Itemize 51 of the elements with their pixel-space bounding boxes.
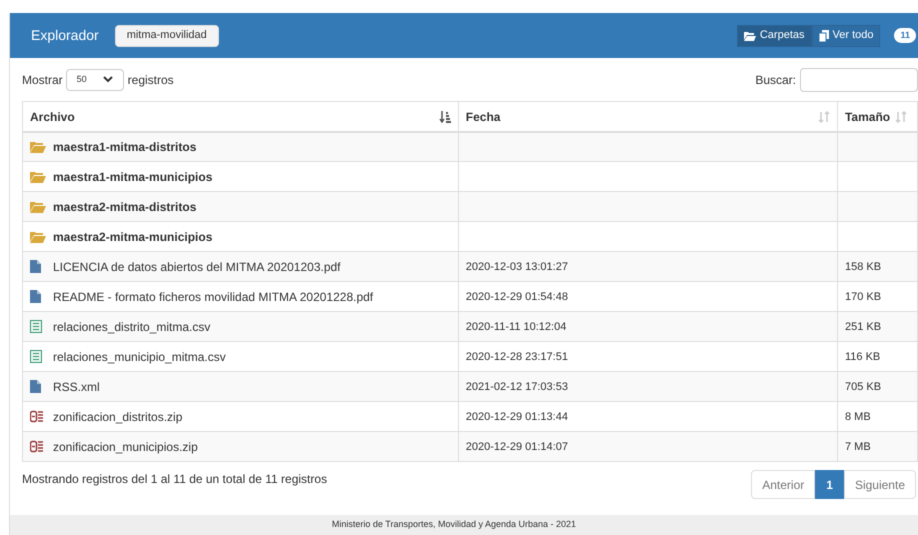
file-link[interactable]: zonificacion_distritos.zip <box>53 408 182 426</box>
date-cell: 2020-12-28 23:17:51 <box>466 350 568 363</box>
size-cell: 251 KB <box>844 320 882 333</box>
view-toggle[interactable]: Ver todo <box>812 24 880 47</box>
page-size-select[interactable]: 50 <box>66 68 124 91</box>
copy-icon <box>818 30 828 42</box>
search-label: Buscar: <box>755 72 796 89</box>
archive-icon <box>30 410 44 424</box>
folder-icon <box>30 200 46 213</box>
previous-button[interactable]: Anterior <box>751 470 816 500</box>
count-badge: 11 <box>894 28 916 44</box>
chevron-down-icon <box>102 76 113 84</box>
records-label: registros <box>128 72 174 89</box>
bucket-button[interactable]: mitma-movilidad <box>114 24 219 47</box>
page-button[interactable]: 1 <box>815 470 844 500</box>
size-cell: 158 KB <box>844 260 882 273</box>
sort-icon[interactable] <box>438 110 451 123</box>
file-link[interactable]: RSS.xml <box>53 378 100 396</box>
date-cell: 2020-12-03 13:01:27 <box>466 260 568 273</box>
page-size-value: 50 <box>76 72 87 86</box>
spreadsheet-icon <box>30 320 42 334</box>
footer-text: Ministerio de Transportes, Movilidad y Agenda Urbana - 2021 <box>332 518 576 532</box>
folder-icon <box>30 141 46 154</box>
app-title: Explorador <box>31 26 99 46</box>
size-cell: 170 KB <box>844 290 882 303</box>
column-header[interactable]: Archivo <box>30 108 75 126</box>
spreadsheet-icon <box>30 350 42 364</box>
date-cell: 2020-11-11 10:12:04 <box>466 320 566 333</box>
search-field[interactable] <box>800 68 918 92</box>
date-cell: 2020-12-29 01:14:07 <box>466 440 568 453</box>
file-icon <box>30 260 41 274</box>
date-cell: 2020-12-29 01:13:44 <box>466 410 568 423</box>
view-toggle[interactable]: Carpetas <box>736 24 812 47</box>
file-icon <box>30 290 41 304</box>
folder-link[interactable]: maestra2-mitma-distritos <box>53 198 196 216</box>
size-cell: 7 MB <box>844 440 871 453</box>
folder-icon <box>744 30 756 41</box>
next-button[interactable]: Siguiente <box>844 470 916 500</box>
folder-link[interactable]: maestra1-mitma-distritos <box>53 138 196 156</box>
records-info: Mostrando registros del 1 al 11 de un total de 11 registros <box>22 471 328 488</box>
folder-icon <box>30 170 46 183</box>
size-cell: 705 KB <box>844 380 882 393</box>
size-cell: 8 MB <box>844 410 871 423</box>
date-cell: 2020-12-29 01:54:48 <box>466 290 568 303</box>
show-label: Mostrar <box>22 72 63 89</box>
size-cell: 116 KB <box>844 350 880 363</box>
column-header[interactable]: Fecha <box>466 108 500 126</box>
archive-icon <box>30 440 44 454</box>
date-cell: 2021-02-12 17:03:53 <box>466 380 568 393</box>
file-icon <box>30 380 41 394</box>
folder-icon <box>30 230 46 243</box>
